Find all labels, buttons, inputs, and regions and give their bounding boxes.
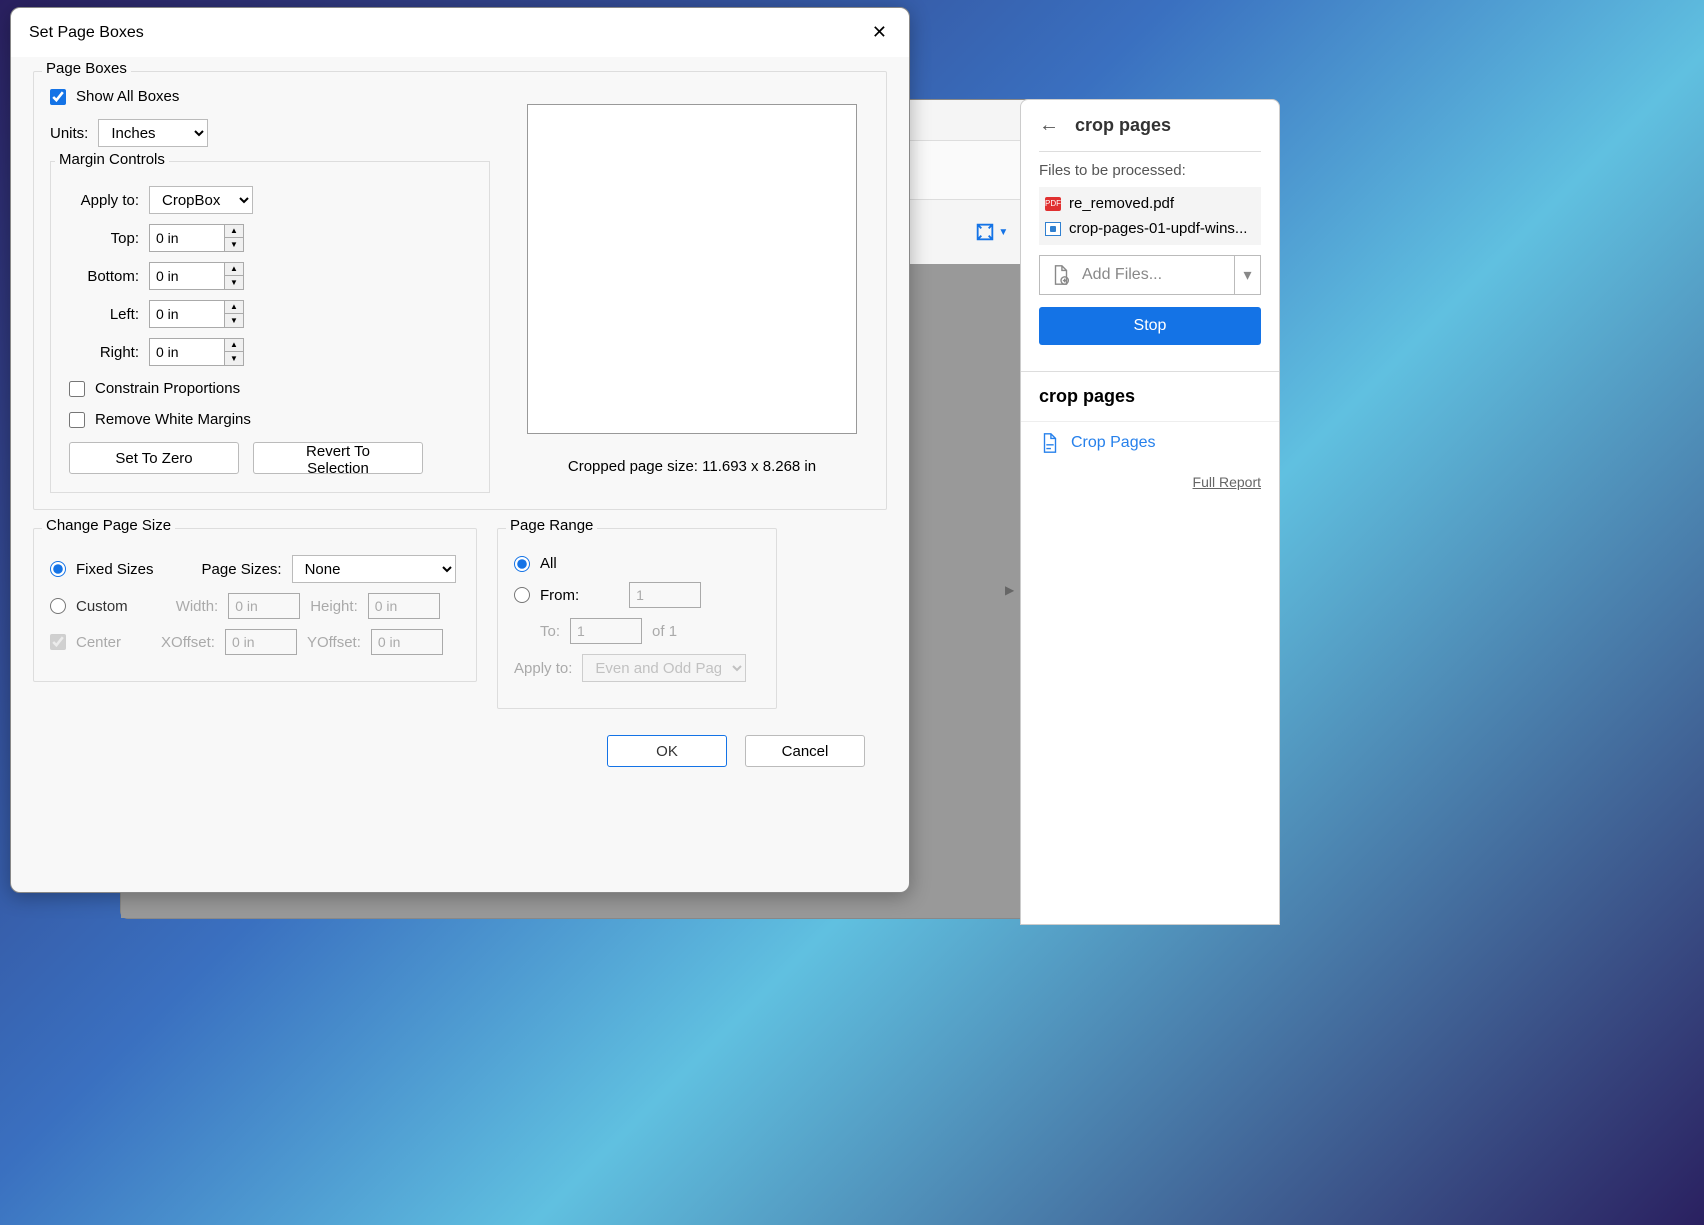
center-checkbox bbox=[50, 634, 66, 650]
height-label: Height: bbox=[310, 598, 358, 615]
xoffset-label: XOffset: bbox=[161, 634, 215, 651]
change-size-legend: Change Page Size bbox=[42, 517, 175, 534]
from-input bbox=[629, 582, 701, 608]
from-radio[interactable] bbox=[514, 587, 530, 603]
from-label: From: bbox=[540, 587, 579, 604]
constrain-label: Constrain Proportions bbox=[95, 380, 240, 397]
dialog-titlebar: Set Page Boxes ✕ bbox=[11, 8, 909, 57]
remove-white-checkbox[interactable] bbox=[69, 412, 85, 428]
page-preview bbox=[527, 104, 857, 434]
top-input[interactable] bbox=[150, 225, 224, 251]
custom-label: Custom bbox=[76, 598, 128, 615]
all-label: All bbox=[540, 555, 557, 572]
height-input bbox=[368, 593, 440, 619]
units-select[interactable]: Inches bbox=[98, 119, 208, 147]
page-range-group: Page Range All From: To: of 1 Ap bbox=[497, 528, 777, 709]
stop-button[interactable]: Stop bbox=[1039, 307, 1261, 345]
margin-controls-group: Margin Controls Apply to: CropBox Top: bbox=[50, 161, 490, 493]
set-zero-button[interactable]: Set To Zero bbox=[69, 442, 239, 474]
show-all-boxes-label: Show All Boxes bbox=[76, 88, 179, 105]
rp-header: ← crop pages bbox=[1021, 100, 1279, 151]
yoffset-input bbox=[371, 629, 443, 655]
fit-icon[interactable]: ▼ bbox=[974, 221, 1008, 243]
crop-link-label: Crop Pages bbox=[1071, 434, 1156, 452]
file-name: re_removed.pdf bbox=[1069, 195, 1174, 212]
left-up[interactable]: ▲ bbox=[225, 301, 243, 314]
right-up[interactable]: ▲ bbox=[225, 339, 243, 352]
bottom-up[interactable]: ▲ bbox=[225, 263, 243, 276]
to-input bbox=[570, 618, 642, 644]
panel-expand-icon[interactable]: ▶ bbox=[1005, 583, 1014, 597]
left-spinner[interactable]: ▲▼ bbox=[149, 300, 244, 328]
range-apply-to-label: Apply to: bbox=[514, 660, 572, 677]
crop-icon bbox=[1039, 432, 1061, 454]
rp-title: crop pages bbox=[1075, 115, 1171, 136]
top-spinner[interactable]: ▲▼ bbox=[149, 224, 244, 252]
fixed-sizes-radio[interactable] bbox=[50, 561, 66, 577]
set-page-boxes-dialog: Set Page Boxes ✕ Page Boxes Show All Box… bbox=[10, 7, 910, 893]
right-input[interactable] bbox=[150, 339, 224, 365]
add-files-dropdown[interactable]: ▾ bbox=[1234, 256, 1260, 294]
xoffset-input bbox=[225, 629, 297, 655]
top-label: Top: bbox=[69, 230, 139, 247]
right-spinner[interactable]: ▲▼ bbox=[149, 338, 244, 366]
bottom-spinner[interactable]: ▲▼ bbox=[149, 262, 244, 290]
file-name: crop-pages-01-updf-wins... bbox=[1069, 220, 1247, 237]
stop-label: Stop bbox=[1134, 317, 1167, 335]
file-row[interactable]: crop-pages-01-updf-wins... bbox=[1043, 216, 1257, 241]
to-label: To: bbox=[540, 623, 560, 640]
back-arrow-icon[interactable]: ← bbox=[1039, 114, 1059, 137]
crop-pages-link[interactable]: Crop Pages bbox=[1021, 421, 1279, 464]
units-label: Units: bbox=[50, 125, 88, 142]
left-label: Left: bbox=[69, 306, 139, 323]
page-boxes-legend: Page Boxes bbox=[42, 60, 131, 77]
right-panel: ← crop pages Files to be processed: PDF … bbox=[1020, 99, 1280, 925]
file-row[interactable]: PDF re_removed.pdf bbox=[1043, 191, 1257, 216]
dialog-title: Set Page Boxes bbox=[29, 24, 144, 42]
revert-button[interactable]: Revert To Selection bbox=[253, 442, 423, 474]
full-report-link[interactable]: Full Report bbox=[1193, 474, 1261, 490]
yoffset-label: YOffset: bbox=[307, 634, 361, 651]
bottom-down[interactable]: ▼ bbox=[225, 276, 243, 289]
ok-button[interactable]: OK bbox=[607, 735, 727, 767]
apply-to-select[interactable]: CropBox bbox=[149, 186, 253, 214]
add-files-label: Add Files... bbox=[1082, 266, 1162, 284]
center-label: Center bbox=[76, 634, 121, 651]
add-file-icon bbox=[1050, 264, 1072, 286]
files-label: Files to be processed: bbox=[1039, 162, 1261, 179]
bottom-input[interactable] bbox=[150, 263, 224, 289]
preview-caption: Cropped page size: 11.693 x 8.268 in bbox=[568, 458, 816, 475]
page-sizes-label: Page Sizes: bbox=[202, 561, 282, 578]
margin-controls-legend: Margin Controls bbox=[55, 151, 169, 168]
rp-section-title: crop pages bbox=[1021, 386, 1279, 407]
range-apply-to-select: Even and Odd Pages bbox=[582, 654, 746, 682]
of-label: of 1 bbox=[652, 623, 677, 640]
show-all-boxes-checkbox[interactable] bbox=[50, 89, 66, 105]
close-icon[interactable]: ✕ bbox=[868, 18, 891, 47]
left-input[interactable] bbox=[150, 301, 224, 327]
change-page-size-group: Change Page Size Fixed Sizes Page Sizes:… bbox=[33, 528, 477, 682]
top-up[interactable]: ▲ bbox=[225, 225, 243, 238]
fixed-sizes-label: Fixed Sizes bbox=[76, 561, 154, 578]
remove-white-label: Remove White Margins bbox=[95, 411, 251, 428]
page-sizes-select[interactable]: None bbox=[292, 555, 456, 583]
all-radio[interactable] bbox=[514, 556, 530, 572]
top-down[interactable]: ▼ bbox=[225, 238, 243, 251]
constrain-checkbox[interactable] bbox=[69, 381, 85, 397]
cancel-button[interactable]: Cancel bbox=[745, 735, 865, 767]
add-files-button[interactable]: Add Files... ▾ bbox=[1039, 255, 1261, 295]
apply-to-label: Apply to: bbox=[69, 192, 139, 209]
width-label: Width: bbox=[176, 598, 219, 615]
width-input bbox=[228, 593, 300, 619]
pdf-icon: PDF bbox=[1045, 197, 1061, 211]
right-label: Right: bbox=[69, 344, 139, 361]
custom-radio[interactable] bbox=[50, 598, 66, 614]
image-icon bbox=[1045, 222, 1061, 236]
right-down[interactable]: ▼ bbox=[225, 352, 243, 365]
bottom-label: Bottom: bbox=[69, 268, 139, 285]
page-range-legend: Page Range bbox=[506, 517, 597, 534]
page-boxes-group: Page Boxes Show All Boxes Units: Inches bbox=[33, 71, 887, 510]
left-down[interactable]: ▼ bbox=[225, 314, 243, 327]
